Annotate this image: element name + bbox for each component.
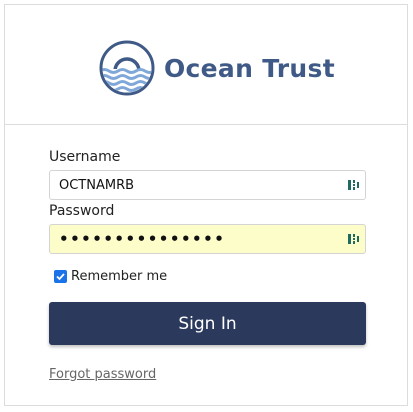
password-value: ••••••••••••••• [59, 230, 226, 248]
login-header: Ocean Trust [5, 5, 407, 125]
ocean-logo-icon [99, 40, 155, 96]
password-field[interactable]: ••••••••••••••• [49, 224, 366, 254]
remember-me[interactable]: Remember me [54, 269, 167, 284]
login-card: Ocean Trust Username OCTNAMRB Password •… [4, 4, 408, 406]
sign-in-button[interactable]: Sign In [49, 302, 366, 345]
password-label: Password [49, 203, 115, 219]
username-value: OCTNAMRB [59, 177, 135, 193]
checkmark-icon [56, 273, 65, 281]
remember-label: Remember me [71, 269, 168, 284]
password-manager-icon[interactable] [347, 178, 361, 192]
username-field[interactable]: OCTNAMRB [49, 170, 366, 200]
brand: Ocean Trust [98, 39, 335, 97]
remember-checkbox[interactable] [54, 270, 67, 283]
brand-name: Ocean Trust [164, 53, 335, 83]
forgot-password-link[interactable]: Forgot password [49, 367, 156, 382]
username-label: Username [49, 149, 121, 165]
password-manager-icon[interactable] [347, 232, 361, 246]
